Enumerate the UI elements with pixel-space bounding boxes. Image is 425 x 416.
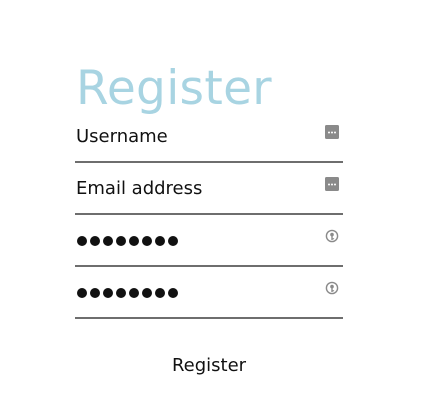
mask-dot [77,288,87,298]
mask-dot [90,236,100,246]
password-field[interactable] [75,216,343,267]
password-key-icon[interactable] [325,281,339,295]
email-value: Email address [76,178,203,199]
mask-dot [90,288,100,298]
mask-dot [116,288,126,298]
mask-dot [142,288,152,298]
confirm-password-field[interactable] [75,268,343,319]
confirm-password-mask [77,285,178,301]
mask-dot [129,236,139,246]
mask-dot [116,236,126,246]
email-field[interactable]: Email address [75,164,343,215]
username-value: Username [76,126,168,147]
mask-dot [77,236,87,246]
username-field[interactable]: Username [75,112,343,163]
password-mask [77,233,178,249]
mask-dot [142,236,152,246]
mask-dot [168,288,178,298]
mask-dot [155,288,165,298]
mask-dot [155,236,165,246]
mask-dot [129,288,139,298]
mask-dot [103,236,113,246]
autofill-card-icon[interactable] [325,125,339,139]
mask-dot [103,288,113,298]
register-button[interactable]: Register [159,350,259,382]
autofill-card-icon[interactable] [325,177,339,191]
mask-dot [168,236,178,246]
password-key-icon[interactable] [325,229,339,243]
page-title: Register [76,61,272,117]
